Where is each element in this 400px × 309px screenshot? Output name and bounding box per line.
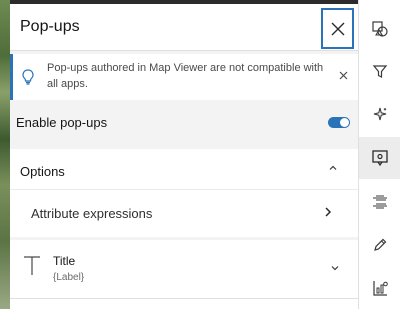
- notice-message: Pop-ups authored in Map Viewer are not c…: [47, 62, 324, 90]
- map-view[interactable]: [0, 0, 10, 309]
- lightbulb-icon: [22, 69, 34, 85]
- options-title: Options: [20, 164, 65, 179]
- close-icon: [339, 71, 348, 80]
- title-element-card[interactable]: Title {Label}: [10, 240, 358, 299]
- fields-button[interactable]: [359, 181, 400, 223]
- next-card-edge: [10, 299, 358, 309]
- filter-button[interactable]: [359, 50, 400, 92]
- action-bar: [358, 0, 400, 309]
- layer-style-icon: [372, 21, 388, 37]
- fields-icon: [373, 195, 387, 209]
- text-t-icon: [22, 254, 42, 276]
- panel-title: Pop-ups: [20, 18, 80, 35]
- attribute-expressions-label: Attribute expressions: [31, 206, 153, 221]
- effects-icon: [373, 107, 387, 121]
- dismiss-notice-button[interactable]: [339, 71, 348, 80]
- filter-icon: [372, 65, 388, 78]
- panel-header: Pop-ups: [10, 4, 358, 51]
- close-panel-button[interactable]: [321, 8, 354, 49]
- card-subtitle: {Label}: [53, 272, 85, 283]
- app-root: Pop-ups Pop-ups authored in Map Viewer a…: [0, 0, 400, 309]
- layer-style-button[interactable]: [359, 8, 400, 50]
- attribute-expressions-item[interactable]: Attribute expressions: [10, 190, 358, 237]
- options-section: Options Attribute expressions: [10, 149, 358, 237]
- edit-button[interactable]: [359, 224, 400, 266]
- enable-popups-toggle[interactable]: [328, 117, 350, 128]
- popup-icon: [372, 150, 388, 167]
- enable-popups-label: Enable pop-ups: [16, 115, 108, 130]
- chevron-right-icon: [323, 206, 333, 218]
- enable-popups-row: Enable pop-ups: [10, 100, 358, 146]
- toggle-knob: [340, 118, 349, 127]
- compatibility-notice: Pop-ups authored in Map Viewer are not c…: [10, 54, 358, 100]
- popups-panel: Pop-ups Pop-ups authored in Map Viewer a…: [10, 4, 358, 309]
- close-icon: [331, 22, 344, 35]
- options-header[interactable]: Options: [10, 149, 358, 190]
- chevron-up-icon: [328, 163, 338, 173]
- charts-button[interactable]: [359, 267, 400, 309]
- chevron-down-icon[interactable]: [330, 264, 340, 272]
- popup-button[interactable]: [359, 137, 400, 179]
- card-title: Title: [53, 254, 76, 268]
- edit-icon: [374, 238, 387, 251]
- effects-button[interactable]: [359, 93, 400, 135]
- charts-icon: [373, 281, 388, 296]
